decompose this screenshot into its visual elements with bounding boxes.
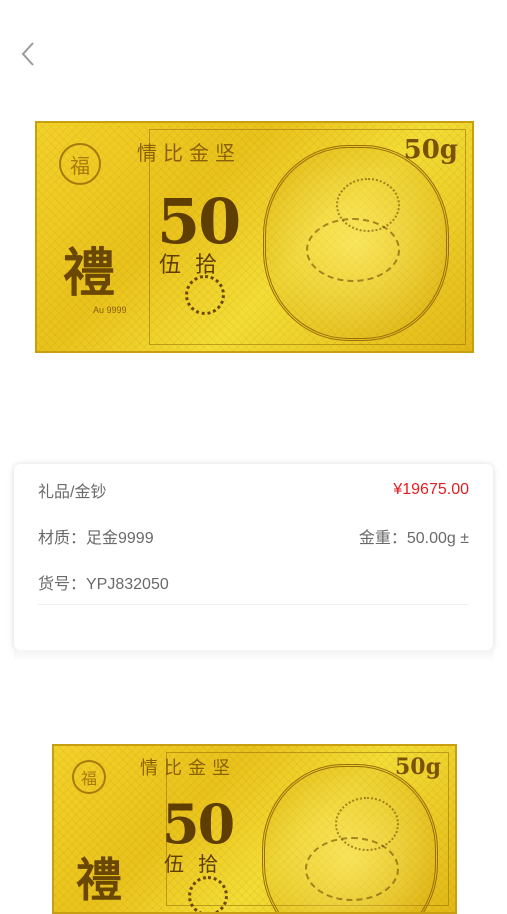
note-title: 情比金坚 — [137, 141, 241, 165]
material-label: 材质：足金9999 — [38, 530, 154, 547]
denomination: 50 — [162, 792, 235, 856]
chevron-left-icon — [20, 40, 36, 73]
sku-label: 货号：YPJ832050 — [38, 576, 169, 593]
purity-mark: Au 9999 — [93, 305, 127, 315]
divider — [38, 604, 469, 605]
price-label: ¥19675.00 — [393, 481, 469, 498]
note-title: 情比金坚 — [140, 758, 236, 779]
sku-row: 货号：YPJ832050 — [38, 570, 469, 594]
material-weight-row: 材质：足金9999 金重：50.00g ± — [38, 524, 469, 548]
gold-note-illustration: 福 情比金坚 50g 禮 Au 9999 50 伍拾 — [35, 121, 474, 353]
category-price-row: 礼品/金钞 ¥19675.00 — [38, 478, 469, 502]
mandarin-duck-medallion — [262, 764, 438, 912]
category-label: 礼品/金钞 — [38, 484, 107, 501]
fu-seal: 福 — [72, 760, 106, 794]
flower-emblem — [188, 876, 228, 912]
flower-emblem — [185, 275, 225, 315]
li-character: 禮 — [76, 853, 122, 907]
denomination-cn: 伍拾 — [159, 253, 232, 278]
note-weight-mark: 50g — [395, 754, 441, 780]
fu-seal: 福 — [59, 143, 101, 185]
back-button[interactable] — [14, 40, 42, 72]
product-image: 福 情比金坚 50g 禮 Au 9999 50 伍拾 — [35, 121, 474, 353]
mandarin-duck-medallion — [263, 145, 449, 341]
product-info-card: 礼品/金钞 ¥19675.00 材质：足金9999 金重：50.00g ± 货号… — [14, 464, 493, 650]
denomination-cn: 伍拾 — [164, 852, 232, 876]
gold-note-illustration: 福 情比金坚 50g 禮 50 伍拾 — [52, 744, 457, 914]
li-character: 禮 — [63, 243, 116, 304]
product-detail-image: 福 情比金坚 50g 禮 50 伍拾 — [52, 744, 457, 914]
weight-label: 金重：50.00g ± — [358, 530, 469, 547]
